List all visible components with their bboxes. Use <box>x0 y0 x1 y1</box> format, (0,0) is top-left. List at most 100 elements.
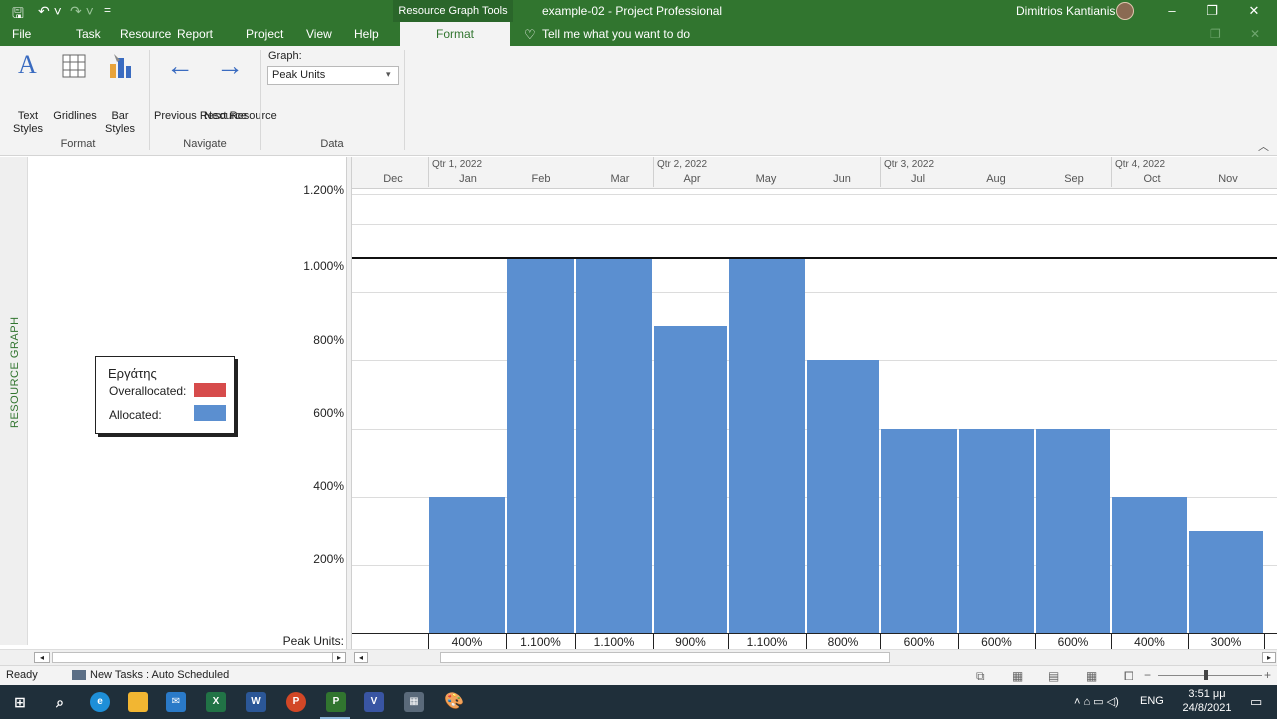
windows-start-icon[interactable]: ⊞ <box>10 692 30 712</box>
chevron-down-icon: ▾ <box>386 69 391 79</box>
edge-icon[interactable]: e <box>90 692 110 712</box>
arrow-left-icon: ← <box>166 50 194 81</box>
scroll-right-icon[interactable]: ▸ <box>332 652 346 663</box>
month-label: Feb <box>531 173 551 185</box>
peak-units-divider <box>728 634 729 650</box>
team-planner-view-icon[interactable]: ⧉ <box>976 669 985 684</box>
gridlines-icon <box>62 54 86 78</box>
peak-units-divider <box>428 634 429 650</box>
peak-units-divider <box>653 634 654 650</box>
notification-icon[interactable]: ▭ <box>1250 694 1262 710</box>
powerpoint-icon[interactable]: P <box>286 692 306 712</box>
chart-scroll-left-icon[interactable]: ◂ <box>354 652 368 663</box>
project-icon[interactable]: P <box>326 692 346 712</box>
next-resource-button[interactable]: → Next Resource <box>204 50 277 136</box>
ribbon-separator <box>260 50 261 150</box>
customize-quick-access-icon[interactable]: = <box>104 3 111 17</box>
quarter-divider <box>880 157 881 187</box>
visio-icon[interactable]: V <box>364 692 384 712</box>
text-styles-icon: A <box>18 50 37 79</box>
tab-resource[interactable]: Resource <box>120 27 171 41</box>
text-styles-button[interactable]: A Text Styles <box>10 50 46 136</box>
month-label: Oct <box>1143 173 1161 185</box>
tab-task[interactable]: Task <box>76 27 101 41</box>
allocation-bar <box>654 326 727 633</box>
legend-overallocated-label: Overallocated: <box>109 384 187 398</box>
month-label: Sep <box>1064 173 1084 185</box>
tell-me-box[interactable]: Tell me what you want to do <box>542 27 690 41</box>
tab-project[interactable]: Project <box>246 27 283 41</box>
timescale: Qtr 1, 2022 Qtr 2, 2022 Qtr 3, 2022 Qtr … <box>352 157 1277 189</box>
mail-icon[interactable]: ✉ <box>166 692 186 712</box>
peak-units-divider <box>1111 634 1112 650</box>
excel-icon[interactable]: X <box>206 692 226 712</box>
ribbon-restore-icon[interactable]: ❐ <box>1210 27 1221 41</box>
gridlines-button[interactable]: Gridlines <box>52 50 98 136</box>
peak-units-value: 1.100% <box>520 635 561 649</box>
graph-select[interactable]: Peak Units ▾ <box>267 66 399 85</box>
data-group-label: Data <box>320 138 344 150</box>
zoom-in-icon[interactable]: + <box>1264 668 1271 682</box>
collapse-ribbon-icon[interactable]: ︿ <box>1258 138 1269 154</box>
report-view-icon[interactable]: ⧠ <box>1124 669 1134 684</box>
task-mode-icon <box>72 670 86 680</box>
restore-icon[interactable]: ❐ <box>1192 0 1232 22</box>
calculator-icon[interactable]: ▦ <box>404 692 424 712</box>
month-label: Jul <box>910 173 926 185</box>
chart-scroll-thumb[interactable] <box>440 652 890 663</box>
language-indicator[interactable]: ENG <box>1140 695 1164 707</box>
file-explorer-icon[interactable] <box>128 692 148 712</box>
tab-file[interactable]: File <box>12 27 31 41</box>
peak-units-divider <box>506 634 507 650</box>
tab-format[interactable]: Format <box>400 22 510 47</box>
allocation-bar <box>1036 428 1110 633</box>
status-ready: Ready <box>6 669 38 681</box>
zoom-slider[interactable] <box>1158 675 1262 676</box>
peak-units-value: 600% <box>981 635 1012 649</box>
clock-time[interactable]: 3:51 μμ <box>1182 688 1232 700</box>
legend-resource-name: Εργάτης <box>108 366 157 381</box>
previous-resource-button[interactable]: ← Previous Resource <box>154 50 247 136</box>
user-avatar[interactable] <box>1116 2 1134 20</box>
allocation-bar <box>429 496 505 633</box>
scroll-left-icon[interactable]: ◂ <box>34 652 50 663</box>
bar-styles-icon <box>110 54 131 78</box>
gantt-view-icon[interactable]: ▤ <box>1048 669 1059 683</box>
peak-units-value: 900% <box>675 635 706 649</box>
chart-scroll-right-icon[interactable]: ▸ <box>1262 652 1276 663</box>
horizontal-scroll-row: ◂ ▸ ◂ ▸ <box>0 649 1277 665</box>
status-new-tasks[interactable]: New Tasks : Auto Scheduled <box>90 669 229 681</box>
tab-view[interactable]: View <box>306 27 332 41</box>
close-icon[interactable]: ✕ <box>1234 0 1274 22</box>
peak-units-divider <box>958 634 959 650</box>
allocation-bar <box>807 360 879 633</box>
quarter-label: Qtr 4, 2022 <box>1115 159 1166 170</box>
zoom-out-icon[interactable]: − <box>1144 668 1151 682</box>
tab-help[interactable]: Help <box>354 27 379 41</box>
user-name[interactable]: Dimitrios Kantianis <box>1016 4 1115 18</box>
y-tick-label: 600% <box>313 406 344 420</box>
text-styles-label: Text Styles <box>13 110 43 135</box>
word-icon[interactable]: W <box>246 692 266 712</box>
gridline <box>352 292 1277 294</box>
minimize-icon[interactable]: – <box>1152 0 1192 22</box>
ribbon-close-icon[interactable]: ✕ <box>1250 27 1260 41</box>
month-label: Nov <box>1218 173 1238 185</box>
month-label: May <box>755 173 777 185</box>
resource-graph-chart <box>352 190 1277 633</box>
window-title: example-02 - Project Professional <box>542 4 723 18</box>
zoom-slider-thumb[interactable] <box>1204 670 1208 680</box>
search-icon[interactable]: ⌕ <box>50 692 70 712</box>
quarter-divider <box>653 157 654 187</box>
left-scrollbar-track[interactable] <box>52 652 342 663</box>
undo-icon[interactable]: ↶ ˅ <box>38 3 62 20</box>
clock-date[interactable]: 24/8/2021 <box>1180 702 1234 714</box>
peak-units-value: 400% <box>1134 635 1165 649</box>
bar-styles-button[interactable]: Bar Styles <box>102 50 138 136</box>
tab-report[interactable]: Report <box>177 27 213 41</box>
redo-icon[interactable]: ↷ ˅ <box>70 3 94 20</box>
resource-sheet-icon[interactable]: ▦ <box>1086 669 1097 683</box>
system-tray-icons[interactable]: ˄ ⌂ ▭ ◁) <box>1074 695 1119 708</box>
paint-icon[interactable]: 🎨 <box>444 692 464 712</box>
calendar-view-icon[interactable]: ▦ <box>1012 669 1023 683</box>
